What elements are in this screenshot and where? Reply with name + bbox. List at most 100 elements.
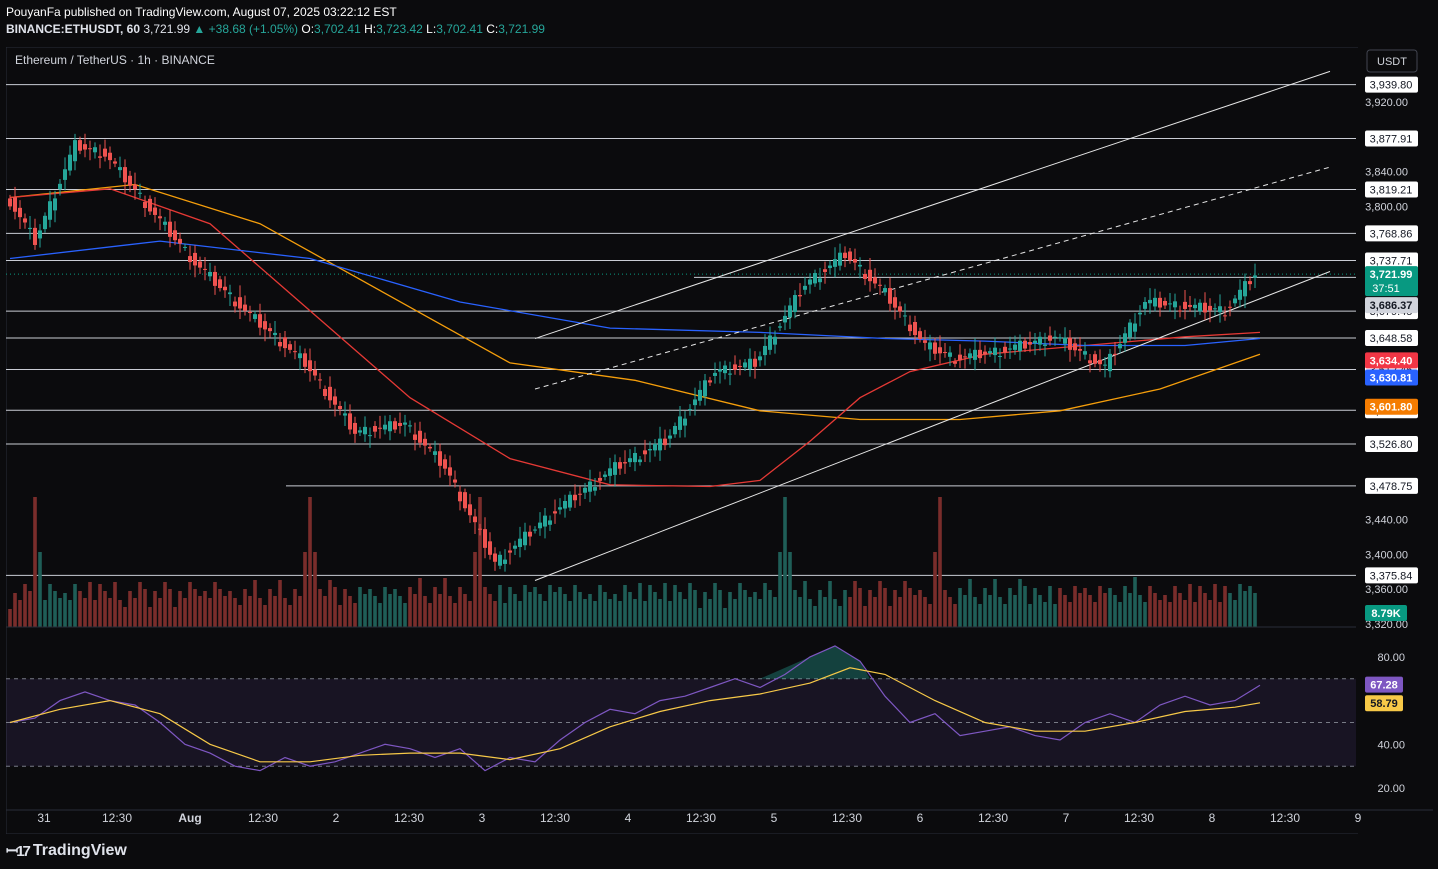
price-chart[interactable]: 3,920.00 3,840.00 3,800.00 3,440.00 3,400.00… xyxy=(6,47,1433,834)
ohlc-line: BINANCE:ETHUSDT, 60 3,721.99 ▲ +38.68 (+… xyxy=(6,21,545,38)
volume-bar xyxy=(793,590,797,627)
volume-bar xyxy=(533,587,537,627)
volume-bar xyxy=(1213,584,1217,627)
candle-body xyxy=(938,347,942,354)
volume-bar xyxy=(383,587,387,627)
volume-bar xyxy=(568,601,572,627)
candle-body xyxy=(978,349,982,359)
time-tick-label: 12:30 xyxy=(540,811,570,825)
volume-bar xyxy=(1098,586,1102,627)
candle-body xyxy=(263,321,267,330)
candle-body xyxy=(378,427,382,429)
candle-body xyxy=(78,140,82,151)
candle-body xyxy=(318,379,322,381)
candle-body xyxy=(638,459,642,463)
level-badge-label: 3,877.91 xyxy=(1370,133,1413,145)
candle-body xyxy=(228,292,232,295)
candle-body xyxy=(1113,353,1117,355)
volume-bar xyxy=(1023,586,1027,627)
candle-body xyxy=(598,477,602,481)
volume-bar xyxy=(273,596,277,627)
volume-bar xyxy=(58,598,62,627)
volume-bar xyxy=(113,582,117,627)
volume-bar xyxy=(228,591,232,627)
time-tick-label: 9 xyxy=(1355,811,1362,825)
volume-bar xyxy=(1123,586,1127,627)
volume-bar xyxy=(1018,579,1022,627)
volume-bar xyxy=(953,604,957,627)
candle-body xyxy=(198,261,202,268)
rsi-badge-label: 58.79 xyxy=(1370,698,1398,710)
candle-body xyxy=(1183,301,1187,309)
volume-bar xyxy=(93,600,97,627)
candle-body xyxy=(433,451,437,455)
volume-bar xyxy=(848,597,852,627)
candle-body xyxy=(1128,322,1132,338)
candle-body xyxy=(388,421,392,432)
candle-body xyxy=(188,256,192,263)
volume-bar xyxy=(748,597,752,627)
volume-bar xyxy=(1183,600,1187,627)
candle-body xyxy=(18,207,22,218)
candle-body xyxy=(63,169,67,180)
candle-body xyxy=(808,279,812,285)
volume-bar xyxy=(933,552,937,627)
volume-bar xyxy=(363,594,367,627)
volume-bar xyxy=(63,593,67,627)
volume-bar xyxy=(978,604,982,627)
volume-bar xyxy=(1043,602,1047,627)
volume-bar xyxy=(203,591,207,627)
volume-bar xyxy=(1153,593,1157,627)
volume-bar xyxy=(28,591,32,627)
candle-body xyxy=(803,285,807,290)
candle-body xyxy=(343,413,347,416)
volume-bar xyxy=(588,594,592,627)
price-badge-label: 3,686.37 xyxy=(1370,300,1413,312)
candle-body xyxy=(883,288,887,293)
volume-bar xyxy=(1063,595,1067,627)
candle-body xyxy=(1163,301,1167,306)
candle-body xyxy=(23,218,27,223)
candle-body xyxy=(208,271,212,277)
open-label: O: xyxy=(301,22,315,36)
volume-bar xyxy=(333,587,337,627)
candle-body xyxy=(153,207,157,215)
volume-badge-label: 8.79K xyxy=(1371,608,1400,620)
low-value: 3,702.41 xyxy=(436,22,483,36)
volume-bar xyxy=(993,579,997,627)
currency-button[interactable]: USDT xyxy=(1366,49,1418,73)
volume-bar xyxy=(498,585,502,627)
candle-body xyxy=(178,238,182,244)
volume-bar xyxy=(628,592,632,627)
volume-bar xyxy=(258,598,262,627)
candle-body xyxy=(93,147,97,153)
volume-bar xyxy=(818,590,822,627)
volume-bar xyxy=(338,605,342,627)
volume-bar xyxy=(618,601,622,627)
candle-body xyxy=(683,418,687,426)
candle-body xyxy=(28,227,32,230)
volume-bar xyxy=(223,596,227,627)
candle-body xyxy=(278,342,282,347)
volume-bar xyxy=(523,585,527,627)
candle-body xyxy=(698,389,702,401)
candle-body xyxy=(888,288,892,304)
price-badge-label: 3,601.80 xyxy=(1370,402,1413,414)
volume-bar xyxy=(1233,600,1237,627)
candle-body xyxy=(143,201,147,208)
volume-bar xyxy=(873,597,877,627)
candle-body xyxy=(533,529,537,531)
volume-bar xyxy=(443,578,447,627)
level-badge-label: 3,768.86 xyxy=(1370,228,1413,240)
candle-body xyxy=(653,443,657,451)
volume-bar xyxy=(1253,593,1257,627)
candle-body xyxy=(823,269,827,272)
volume-bar xyxy=(703,592,707,627)
candle-body xyxy=(213,271,217,286)
candle-body xyxy=(123,167,127,183)
candle-body xyxy=(1228,306,1232,308)
volume-bar xyxy=(573,585,577,627)
volume-bar xyxy=(353,603,357,627)
volume-bar xyxy=(183,598,187,627)
candle-body xyxy=(1153,297,1157,307)
